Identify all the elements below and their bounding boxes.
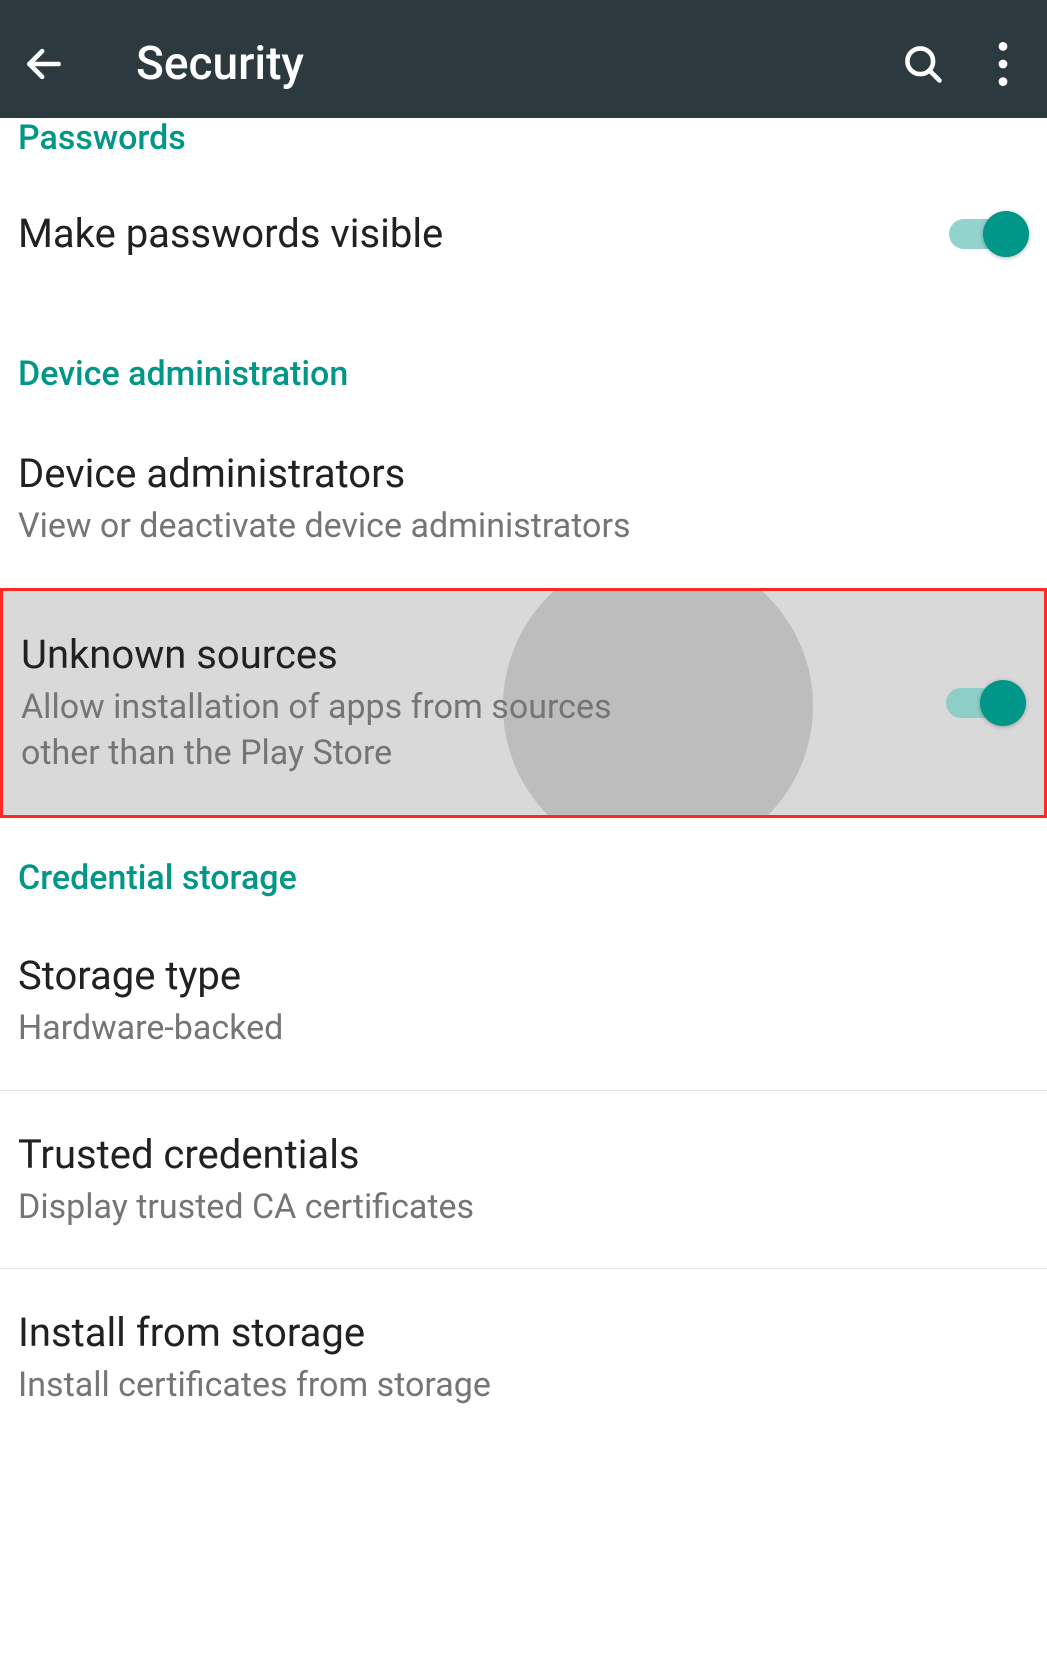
search-button[interactable] <box>899 40 947 88</box>
search-icon <box>901 42 945 86</box>
row-storage-type[interactable]: Storage type Hardware-backed <box>0 916 1047 1091</box>
section-header-passwords: Passwords <box>0 118 1047 176</box>
more-vert-icon <box>998 42 1008 86</box>
toggle-thumb <box>983 211 1029 257</box>
row-subtitle: Allow installation of apps from sources … <box>21 685 631 777</box>
back-button[interactable] <box>20 40 68 88</box>
row-text: Unknown sources Allow installation of ap… <box>21 629 922 777</box>
row-title: Install from storage <box>18 1307 1029 1359</box>
row-make-passwords-visible[interactable]: Make passwords visible <box>0 176 1047 318</box>
row-text: Install from storage Install certificate… <box>18 1307 1029 1409</box>
section-header-credential-storage: Credential storage <box>0 818 1047 916</box>
section-header-device-admin: Device administration <box>0 318 1047 412</box>
row-text: Device administrators View or deactivate… <box>18 448 1029 550</box>
arrow-back-icon <box>22 42 66 86</box>
page-title: Security <box>136 37 867 91</box>
row-subtitle: Install certificates from storage <box>18 1363 1029 1409</box>
row-text: Storage type Hardware-backed <box>18 950 1029 1052</box>
row-title: Make passwords visible <box>18 208 925 260</box>
row-title: Trusted credentials <box>18 1129 1029 1181</box>
settings-list: Passwords Make passwords visible Device … <box>0 118 1047 1419</box>
row-trusted-credentials[interactable]: Trusted credentials Display trusted CA c… <box>0 1091 1047 1270</box>
row-subtitle: Display trusted CA certificates <box>18 1185 1029 1231</box>
row-device-administrators[interactable]: Device administrators View or deactivate… <box>0 412 1047 588</box>
row-title: Unknown sources <box>21 629 922 681</box>
toggle-make-passwords-visible[interactable] <box>945 211 1029 257</box>
row-text: Make passwords visible <box>18 208 925 260</box>
row-subtitle: View or deactivate device administrators <box>18 504 1029 550</box>
row-unknown-sources[interactable]: Unknown sources Allow installation of ap… <box>3 591 1044 815</box>
app-toolbar: Security <box>0 0 1047 128</box>
row-text: Trusted credentials Display trusted CA c… <box>18 1129 1029 1231</box>
overflow-menu-button[interactable] <box>979 40 1027 88</box>
row-title: Storage type <box>18 950 1029 1002</box>
row-install-from-storage[interactable]: Install from storage Install certificate… <box>0 1269 1047 1419</box>
toggle-unknown-sources[interactable] <box>942 680 1026 726</box>
highlighted-row-unknown-sources: Unknown sources Allow installation of ap… <box>0 588 1047 818</box>
row-subtitle: Hardware-backed <box>18 1006 1029 1052</box>
row-title: Device administrators <box>18 448 1029 500</box>
toggle-thumb <box>980 680 1026 726</box>
